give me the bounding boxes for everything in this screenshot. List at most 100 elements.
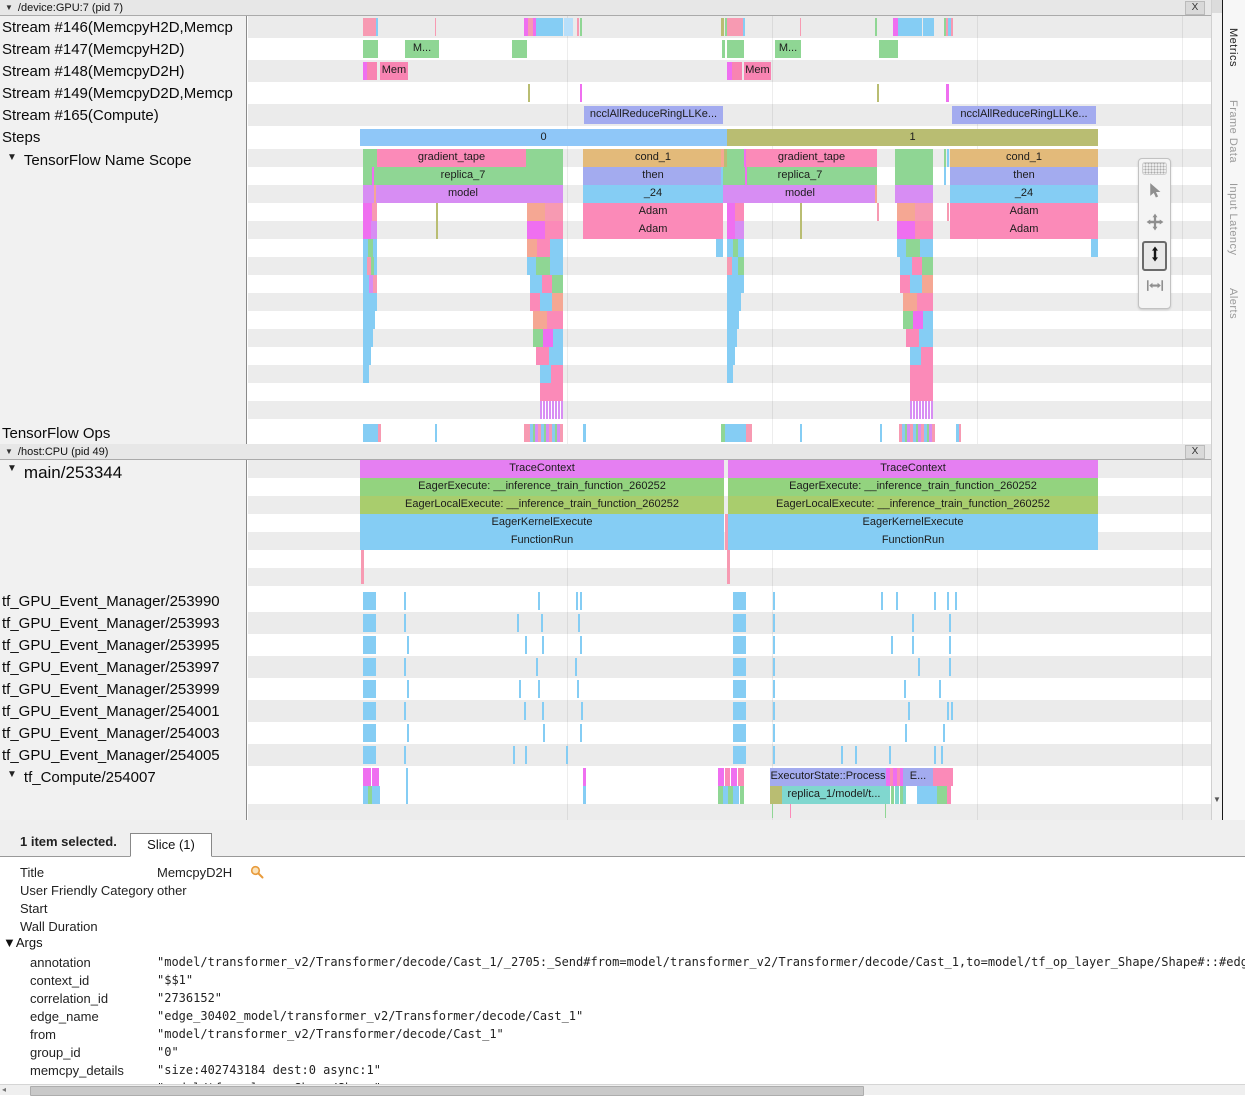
- row-label[interactable]: tf_GPU_Event_Manager/254001: [0, 700, 247, 722]
- track-lane[interactable]: ncclAllReduceRingLLKe...ncclAllReduceRin…: [248, 104, 1211, 126]
- trace-segment[interactable]: [738, 239, 744, 257]
- trace-segment[interactable]: [525, 746, 527, 764]
- trace-event[interactable]: model: [363, 185, 563, 203]
- trace-event[interactable]: TraceContext: [360, 460, 724, 478]
- trace-segment[interactable]: [939, 680, 941, 698]
- trace-segment[interactable]: [743, 18, 745, 36]
- trace-segment[interactable]: [947, 149, 949, 167]
- trace-segment[interactable]: [580, 724, 582, 742]
- trace-segment[interactable]: [540, 365, 551, 383]
- trace-segment[interactable]: [373, 275, 377, 293]
- trace-segment[interactable]: [363, 680, 376, 698]
- trace-segment[interactable]: [725, 424, 746, 442]
- section-header[interactable]: ▼/host:CPU (pid 49)X: [0, 444, 1211, 460]
- trace-segment[interactable]: [895, 185, 933, 203]
- trace-segment[interactable]: [906, 239, 920, 257]
- trace-segment[interactable]: [899, 424, 935, 442]
- trace-event[interactable]: EagerLocalExecute: __inference_train_fun…: [360, 496, 724, 514]
- trace-segment[interactable]: [903, 293, 917, 311]
- trace-segment[interactable]: [373, 239, 377, 257]
- trace-segment[interactable]: [841, 746, 843, 764]
- trace-segment[interactable]: [727, 40, 744, 58]
- trace-segment[interactable]: [564, 18, 573, 36]
- trace-event[interactable]: then: [583, 167, 723, 185]
- trace-segment[interactable]: [772, 804, 773, 818]
- row-label[interactable]: ▼TensorFlow Name Scope: [0, 149, 247, 422]
- trace-event[interactable]: Adam: [583, 203, 723, 221]
- trace-segment[interactable]: [877, 203, 879, 221]
- trace-segment[interactable]: [367, 62, 377, 80]
- trace-segment[interactable]: [716, 239, 723, 257]
- trace-segment[interactable]: [733, 592, 746, 610]
- track-lane[interactable]: 01: [248, 126, 1211, 149]
- trace-event[interactable]: replica_7: [363, 167, 563, 185]
- vertical-scrollbar[interactable]: ▼: [1211, 0, 1222, 820]
- trace-segment[interactable]: [540, 383, 563, 401]
- trace-segment[interactable]: [538, 592, 540, 610]
- trace-segment[interactable]: [934, 746, 936, 764]
- trace-event[interactable]: _24: [583, 185, 723, 203]
- trace-segment[interactable]: [528, 84, 530, 102]
- trace-segment[interactable]: [436, 203, 438, 239]
- row-label[interactable]: Steps: [0, 126, 247, 149]
- trace-segment[interactable]: [937, 786, 947, 804]
- track-lane[interactable]: [248, 16, 1211, 38]
- trace-segment[interactable]: [773, 592, 775, 610]
- trace-event[interactable]: Adam: [950, 203, 1098, 221]
- trace-segment[interactable]: [910, 275, 922, 293]
- trace-segment[interactable]: [773, 614, 775, 632]
- trace-event[interactable]: M...: [405, 40, 439, 58]
- trace-segment[interactable]: [727, 347, 735, 365]
- trace-segment[interactable]: [541, 614, 543, 632]
- trace-segment[interactable]: [727, 18, 743, 36]
- timing-tool-button[interactable]: [1142, 274, 1167, 302]
- trace-segment[interactable]: [525, 636, 527, 654]
- trace-segment[interactable]: [855, 746, 857, 764]
- collapse-arrow-icon[interactable]: ▼: [7, 463, 17, 474]
- trace-segment[interactable]: [404, 658, 406, 676]
- row-label[interactable]: tf_GPU_Event_Manager/253997: [0, 656, 247, 678]
- trace-segment[interactable]: [955, 592, 957, 610]
- trace-event[interactable]: gradient_tape: [746, 149, 877, 167]
- trace-segment[interactable]: [407, 680, 409, 698]
- trace-segment[interactable]: [891, 636, 893, 654]
- track-lane[interactable]: [248, 722, 1211, 744]
- trace-segment[interactable]: [372, 167, 374, 185]
- trace-segment[interactable]: [533, 311, 547, 329]
- tab-frame-data[interactable]: Frame Data: [1227, 100, 1239, 163]
- trace-event[interactable]: 1: [727, 129, 1098, 146]
- scrollbar-top-button[interactable]: [1212, 0, 1222, 13]
- trace-segment[interactable]: [790, 804, 791, 818]
- collapse-arrow-icon[interactable]: ▼: [7, 152, 17, 163]
- trace-segment[interactable]: [733, 724, 746, 742]
- trace-segment[interactable]: [735, 221, 744, 239]
- trace-segment[interactable]: [540, 293, 552, 311]
- trace-segment[interactable]: [718, 768, 724, 786]
- trace-segment[interactable]: [727, 365, 733, 383]
- trace-segment[interactable]: [727, 329, 737, 347]
- trace-event[interactable]: Mem: [380, 62, 408, 80]
- trace-segment[interactable]: [527, 257, 536, 275]
- trace-event[interactable]: EagerExecute: __inference_train_function…: [360, 478, 724, 496]
- vertical-zoom-tool-button[interactable]: [1142, 241, 1167, 271]
- track-lane[interactable]: [248, 744, 1211, 766]
- trace-event[interactable]: M...: [775, 40, 801, 58]
- trace-segment[interactable]: [530, 275, 542, 293]
- trace-segment[interactable]: [732, 62, 742, 80]
- trace-segment[interactable]: [406, 768, 408, 786]
- trace-segment[interactable]: [545, 203, 563, 221]
- track-lane[interactable]: [248, 82, 1211, 104]
- trace-segment[interactable]: [947, 203, 949, 221]
- trace-segment[interactable]: [583, 786, 586, 804]
- trace-segment[interactable]: [404, 746, 406, 764]
- trace-segment[interactable]: [552, 275, 563, 293]
- trace-segment[interactable]: [550, 239, 563, 257]
- trace-segment[interactable]: [910, 347, 921, 365]
- row-label[interactable]: tf_GPU_Event_Manager/254003: [0, 722, 247, 744]
- trace-event[interactable]: gradient_tape: [377, 149, 526, 167]
- trace-segment[interactable]: [733, 680, 746, 698]
- trace-segment[interactable]: [581, 702, 583, 720]
- trace-segment[interactable]: [733, 614, 746, 632]
- trace-segment[interactable]: [549, 347, 563, 365]
- trace-segment[interactable]: [917, 293, 933, 311]
